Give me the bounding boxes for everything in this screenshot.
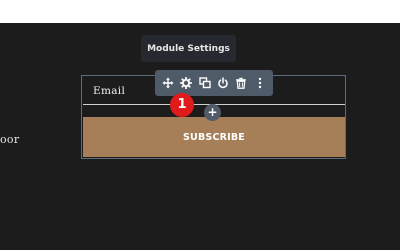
side-text-fragment: oor [0, 133, 20, 146]
trash-icon[interactable] [234, 76, 249, 91]
step-badge: 1 [170, 93, 194, 117]
duplicate-icon[interactable] [197, 76, 212, 91]
move-icon[interactable] [161, 76, 176, 91]
add-row-button[interactable]: + [204, 104, 221, 121]
subscribe-button[interactable]: SUBSCRIBE [83, 117, 345, 157]
power-icon[interactable] [216, 76, 231, 91]
more-vertical-icon[interactable] [252, 76, 267, 91]
gear-icon[interactable] [179, 76, 194, 91]
module-settings-tooltip: Module Settings [141, 35, 236, 62]
email-label: Email [93, 85, 126, 97]
top-strip [0, 0, 400, 23]
module-toolbar [155, 70, 273, 96]
